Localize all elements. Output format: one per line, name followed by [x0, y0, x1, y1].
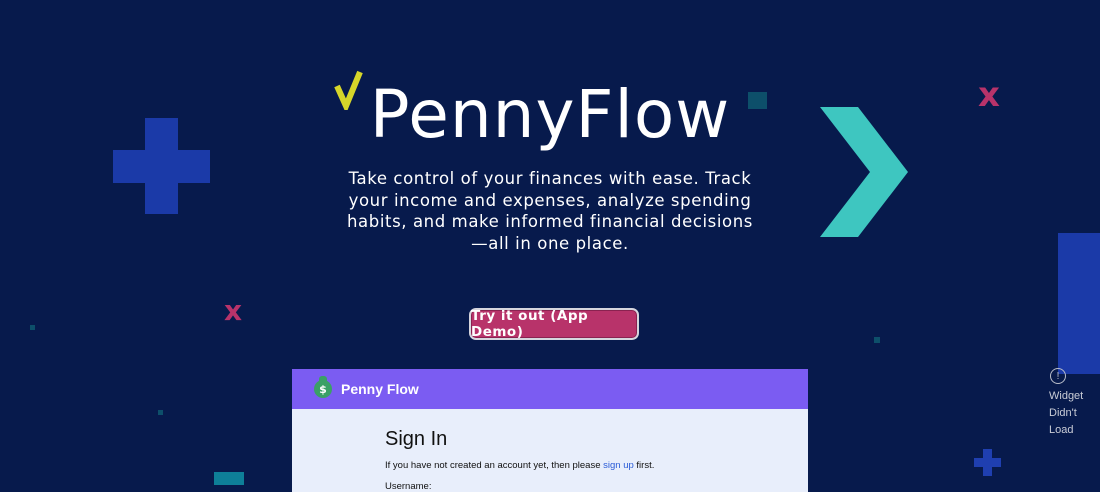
app-brand[interactable]: Penny Flow — [341, 381, 419, 397]
brand-title: PennyFlow — [369, 76, 731, 153]
app-preview: $ Penny Flow Sign In If you have not cre… — [292, 369, 808, 492]
dot-decoration — [158, 410, 163, 415]
signin-note: If you have not created an account yet, … — [385, 460, 808, 471]
hero-description: Take control of your finances with ease.… — [346, 169, 754, 253]
money-bag-icon: $ — [314, 376, 332, 398]
widget-error-line: Widget — [1049, 390, 1084, 402]
widget-error-line: Load — [1049, 424, 1074, 436]
alert-icon: ! — [1050, 368, 1066, 384]
x-mark-decoration: x — [224, 294, 243, 327]
signin-panel: Sign In If you have not created an accou… — [292, 427, 808, 492]
bar-decoration — [1058, 233, 1100, 374]
small-plus-decoration — [983, 449, 992, 476]
signin-title: Sign In — [385, 428, 448, 450]
signin-note-text: If you have not created an account yet, … — [385, 460, 601, 471]
dot-decoration — [30, 325, 35, 330]
dash-decoration — [214, 472, 244, 485]
signin-note-text-end: first. — [636, 460, 655, 471]
app-header: $ Penny Flow — [292, 369, 808, 409]
widget-error-line: Didn't — [1049, 407, 1077, 419]
try-app-demo-button[interactable]: Try it out (App Demo) — [469, 308, 639, 340]
signup-link[interactable]: sign up — [603, 460, 634, 471]
username-label: Username: — [385, 481, 432, 492]
widget-error: ! Widget Didn't Load — [1049, 368, 1097, 439]
dot-decoration — [874, 337, 880, 343]
